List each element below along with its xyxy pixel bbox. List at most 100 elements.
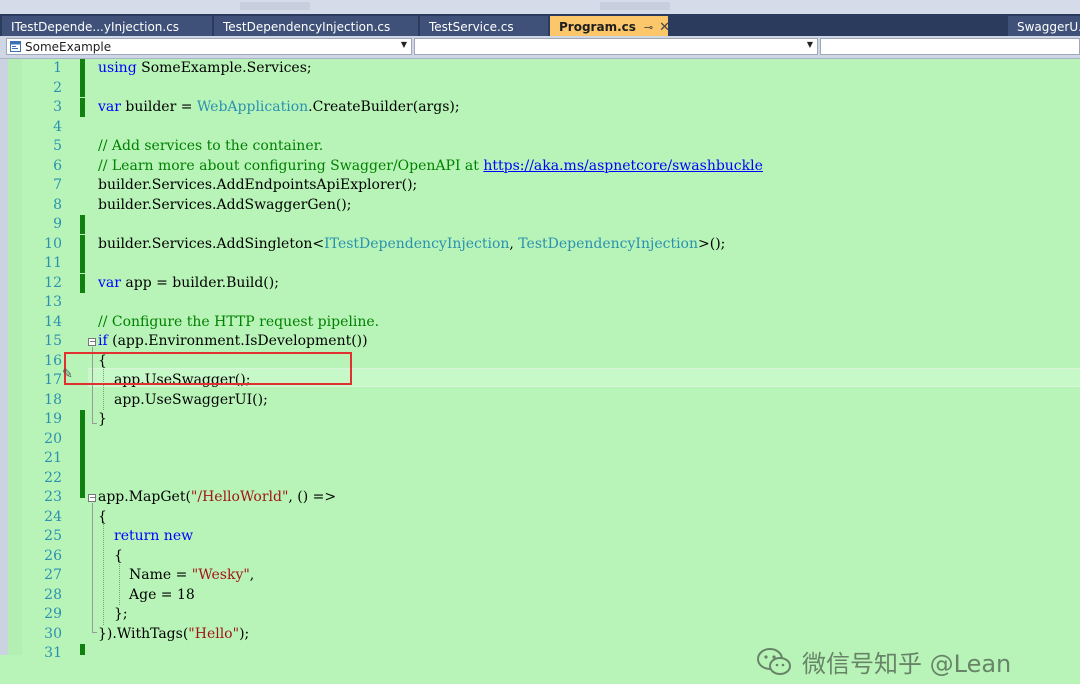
- toolbar-remnant: [600, 2, 670, 10]
- code-text: .CreateBuilder(args);: [308, 99, 459, 115]
- keyword: return: [114, 528, 159, 544]
- outline-guide: [92, 632, 97, 633]
- watermark: 微信号知乎 @Lean: [756, 644, 1011, 684]
- title-strip: [0, 0, 1080, 14]
- code-line[interactable]: builder.Services.AddSingleton<ITestDepen…: [98, 235, 725, 254]
- code-text: Name =: [129, 567, 192, 583]
- pin-icon[interactable]: ⊸: [644, 21, 653, 34]
- code-text: builder.Services.AddSingleton<: [98, 236, 324, 252]
- change-marker: [80, 274, 85, 293]
- code-text: app = builder.Build();: [121, 275, 279, 291]
- document-tab-bar: ITestDepende...yInjection.cs TestDepende…: [0, 14, 1080, 36]
- tab-label: ITestDepende...yInjection.cs: [11, 20, 179, 34]
- code-line[interactable]: var app = builder.Build();: [98, 274, 279, 293]
- change-marker: [80, 235, 85, 254]
- tab-testdependencyinjection[interactable]: TestDependencyInjection.cs: [214, 16, 418, 36]
- code-line[interactable]: }).WithTags("Hello");: [98, 625, 249, 644]
- line-number: 29: [22, 605, 62, 624]
- keyword: using: [98, 60, 137, 76]
- line-number: 27: [22, 566, 62, 585]
- tab-testservice[interactable]: TestService.cs: [420, 16, 548, 36]
- code-line[interactable]: Age = 18: [129, 586, 195, 605]
- indent-guide: [119, 560, 120, 605]
- line-number: 18: [22, 391, 62, 410]
- line-number: 28: [22, 586, 62, 605]
- type-name: TestDependencyInjection: [518, 236, 698, 252]
- toolbar-remnant: [240, 2, 310, 10]
- keyword: if: [98, 333, 108, 349]
- highlight-box: [64, 352, 352, 385]
- line-number: 31: [22, 644, 62, 663]
- tab-program[interactable]: Program.cs⊸✕: [550, 16, 668, 36]
- line-number: 7: [22, 176, 62, 195]
- code-line[interactable]: app.UseSwaggerUI();: [114, 391, 268, 410]
- type-name: ITestDependencyInjection: [324, 236, 509, 252]
- line-number: 13: [22, 293, 62, 312]
- code-text: (app.Environment.IsDevelopment()): [108, 333, 368, 349]
- line-number: 9: [22, 215, 62, 234]
- project-dropdown[interactable]: SomeExample ▼: [6, 38, 412, 55]
- navigation-bar: SomeExample ▼ ▼: [0, 36, 1080, 59]
- code-line[interactable]: {: [114, 547, 123, 566]
- outline-guide: [92, 423, 97, 424]
- line-number: 19: [22, 410, 62, 429]
- code-text: , () =>: [288, 489, 336, 505]
- code-line[interactable]: if (app.Environment.IsDevelopment()): [98, 332, 368, 351]
- code-line[interactable]: return new: [114, 527, 193, 546]
- string-literal: "Wesky": [192, 567, 250, 583]
- code-line[interactable]: app.MapGet("/HelloWorld", () =>: [98, 488, 336, 507]
- code-line[interactable]: builder.Services.AddSwaggerGen();: [98, 196, 351, 215]
- code-comment[interactable]: // Add services to the container.: [98, 137, 323, 156]
- outline-guide: [92, 503, 93, 633]
- line-number: 12: [22, 274, 62, 293]
- code-editor[interactable]: 1 2 3 4 5 6 7 8 9 10 11 12 13 14 15 16 1…: [0, 59, 1080, 655]
- chevron-down-icon: ▼: [807, 40, 813, 49]
- line-number: 14: [22, 313, 62, 332]
- line-number: 6: [22, 157, 62, 176]
- pencil-icon: ✎: [62, 367, 73, 382]
- change-marker: [80, 410, 85, 498]
- code-comment[interactable]: // Configure the HTTP request pipeline.: [98, 313, 379, 332]
- tab-label: TestDependencyInjection.cs: [223, 20, 390, 34]
- code-line[interactable]: Name = "Wesky",: [129, 566, 254, 585]
- line-number: 1: [22, 59, 62, 78]
- code-line[interactable]: {: [98, 508, 107, 527]
- code-text: ,: [509, 236, 518, 252]
- keyword: var: [98, 275, 121, 291]
- line-number: 17: [22, 371, 62, 390]
- line-number: 20: [22, 430, 62, 449]
- string-literal: "/HelloWorld": [191, 489, 288, 505]
- comment-link[interactable]: https://aka.ms/aspnetcore/swashbuckle: [483, 158, 763, 174]
- line-number: 24: [22, 508, 62, 527]
- code-text: SomeExample.Services;: [137, 60, 312, 76]
- line-number: 22: [22, 469, 62, 488]
- tab-swaggerui[interactable]: SwaggerU...: [1008, 16, 1080, 36]
- line-number: 23: [22, 488, 62, 507]
- code-line[interactable]: using SomeExample.Services;: [98, 59, 312, 78]
- watermark-text: 微信号知乎 @Lean: [802, 650, 1011, 678]
- line-number: 30: [22, 625, 62, 644]
- code-text: ,: [250, 567, 254, 583]
- line-number: 5: [22, 137, 62, 156]
- editor-left-margin: [0, 59, 8, 655]
- collapse-icon[interactable]: −: [88, 338, 96, 346]
- change-marker: [80, 59, 85, 97]
- line-number: 3: [22, 98, 62, 117]
- close-icon[interactable]: ✕: [659, 20, 668, 35]
- collapse-icon[interactable]: −: [88, 494, 96, 502]
- code-line[interactable]: }: [98, 410, 107, 429]
- right-dropdown[interactable]: [820, 38, 1080, 55]
- member-dropdown[interactable]: ▼: [414, 38, 818, 55]
- tab-itestdependencyinjection[interactable]: ITestDepende...yInjection.cs: [2, 16, 212, 36]
- line-number: 8: [22, 196, 62, 215]
- indent-guide: [103, 521, 104, 625]
- code-line[interactable]: // Learn more about configuring Swagger/…: [98, 157, 763, 176]
- type-name: WebApplication: [197, 99, 308, 115]
- tab-label: TestService.cs: [429, 20, 514, 34]
- line-number: 26: [22, 547, 62, 566]
- code-line[interactable]: var builder = WebApplication.CreateBuild…: [98, 98, 460, 117]
- code-comment: // Learn more about configuring Swagger/…: [98, 158, 483, 174]
- code-line[interactable]: builder.Services.AddEndpointsApiExplorer…: [98, 176, 417, 195]
- code-line[interactable]: };: [114, 605, 128, 624]
- change-marker: [80, 98, 85, 117]
